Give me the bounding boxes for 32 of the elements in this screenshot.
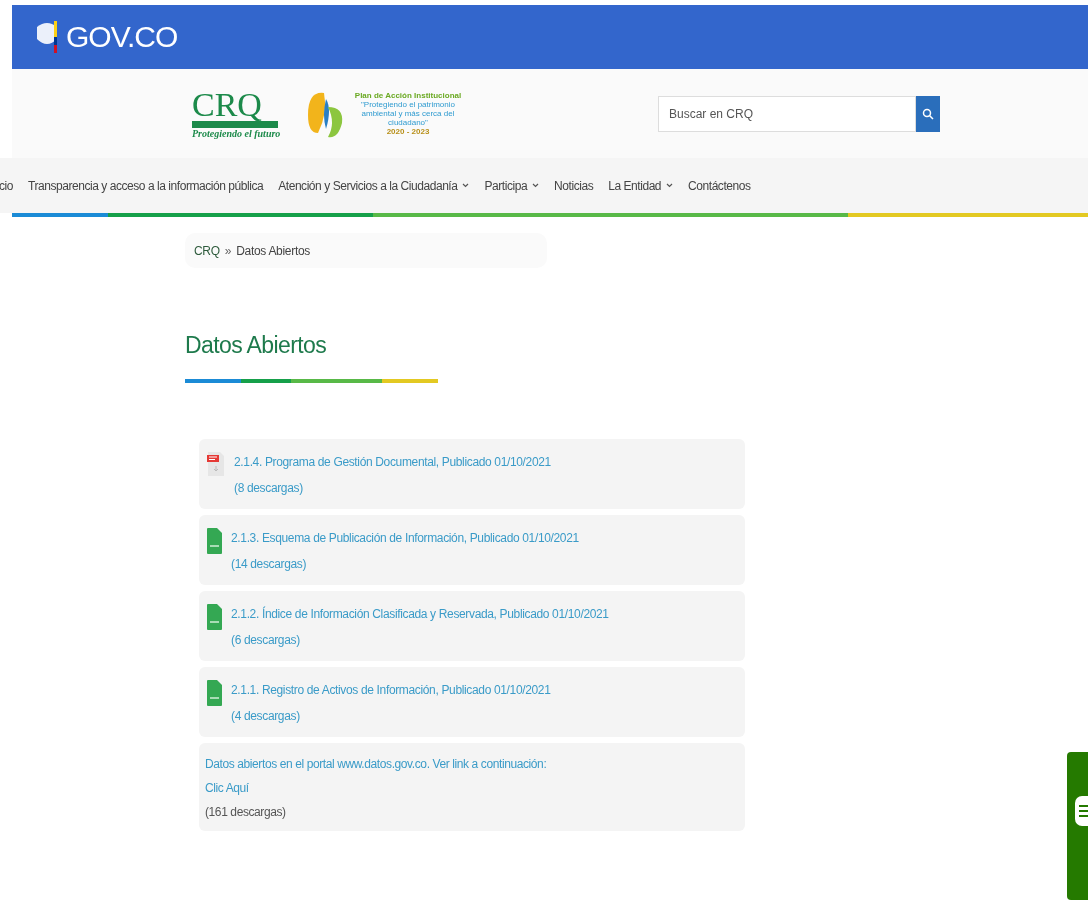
pdf-file-icon (207, 451, 225, 477)
search-field[interactable]: Buscar en CRQ (658, 95, 916, 132)
plan-years: 2020 - 2023 (386, 127, 430, 136)
side-widget[interactable] (1067, 752, 1088, 900)
nav-link[interactable]: Noticias (554, 178, 594, 193)
spreadsheet-file-icon (207, 527, 222, 555)
breadcrumb-current: Datos Abiertos (236, 243, 310, 258)
download-count: (6 descargas) (231, 633, 301, 647)
nav-link[interactable]: Participa (484, 178, 540, 193)
search-button[interactable] (916, 95, 940, 132)
nav-link[interactable]: Contáctenos (688, 178, 751, 193)
page-title: Datos Abiertos (185, 332, 328, 359)
breadcrumb-link[interactable]: CRQ (194, 243, 220, 258)
nav-link[interactable]: La Entidad (608, 178, 674, 193)
brand-logo[interactable]: GOV.CO (66, 20, 178, 54)
plan-quote: "Protegiendo el patrimonio ambiental y más cerca del ciudadano" (360, 100, 456, 127)
spreadsheet-file-icon (207, 679, 222, 707)
spreadsheet-file-icon (207, 603, 222, 631)
download-count: (8 descargas) (234, 481, 304, 495)
nav-link[interactable]: Atención y Servicios a la Ciudadanía (278, 178, 470, 193)
logo-letters: CRQ (192, 88, 262, 121)
logo-motto: Protegiendo el futuro (192, 127, 281, 139)
download-count: (161 descargas) (205, 805, 286, 819)
search-icon (922, 107, 934, 120)
download-count: (14 descargas) (231, 557, 308, 571)
plan-title: Plan de Acción Institucional (354, 91, 462, 100)
breadcrumb-separator: » (224, 243, 232, 258)
coat-of-arms-icon (34, 19, 60, 55)
portal-text: Datos abiertos en el portal www.datos.gov.co. Ver link a continuación: (205, 757, 547, 771)
nav-link[interactable]: Transparencia y acceso a la información pública (28, 178, 264, 193)
nav-link[interactable]: cio (0, 178, 13, 193)
download-count: (4 descargas) (231, 709, 301, 723)
